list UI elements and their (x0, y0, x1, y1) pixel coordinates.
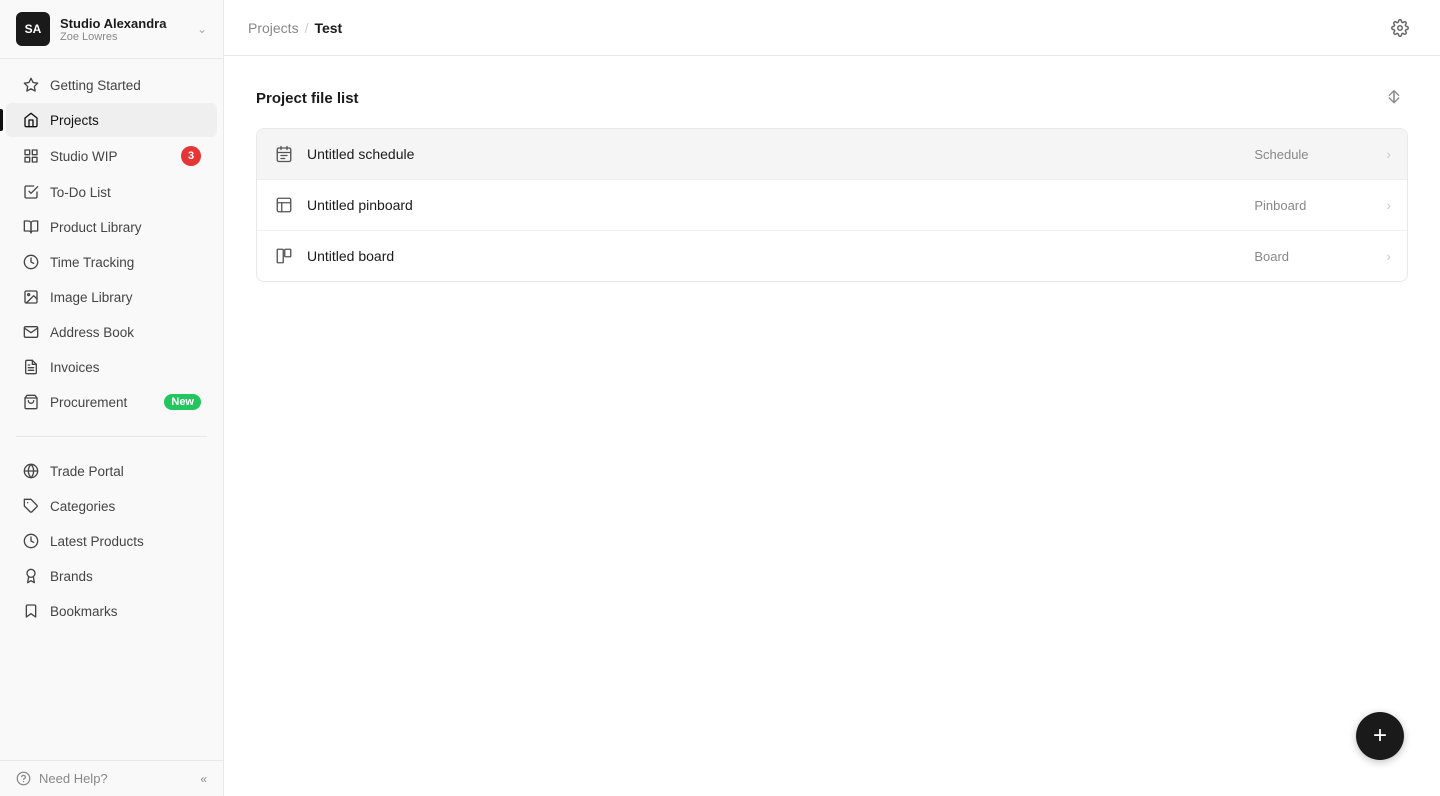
file-type: Board (1254, 249, 1374, 264)
file-type: Schedule (1254, 147, 1374, 162)
sidebar-item-brands[interactable]: Brands (6, 559, 217, 593)
chevron-right-icon: › (1386, 146, 1391, 162)
sidebar-item-categories[interactable]: Categories (6, 489, 217, 523)
main-content: Projects / Test Project file list (224, 0, 1440, 796)
sidebar-item-todo[interactable]: To-Do List (6, 175, 217, 209)
chevron-right-icon: › (1386, 248, 1391, 264)
file-row[interactable]: Untitled schedule Schedule › (257, 129, 1407, 180)
file-list: Untitled schedule Schedule › Untitled pi… (256, 128, 1408, 282)
file-name: Untitled board (307, 248, 1242, 264)
sidebar-item-image-library-label: Image Library (50, 290, 201, 305)
file-name: Untitled pinboard (307, 197, 1242, 213)
user-name: Studio Alexandra (60, 16, 187, 31)
sidebar-item-image-library[interactable]: Image Library (6, 280, 217, 314)
schedule-icon (273, 143, 295, 165)
file-row[interactable]: Untitled pinboard Pinboard › (257, 180, 1407, 231)
sidebar-item-product-library-label: Product Library (50, 220, 201, 235)
help-icon (16, 771, 31, 786)
file-type: Pinboard (1254, 198, 1374, 213)
company-logo: SA (16, 12, 50, 46)
sidebar-item-latest-products-label: Latest Products (50, 534, 201, 549)
sidebar-header[interactable]: SA Studio Alexandra Zoe Lowres ⌄ (0, 0, 223, 59)
topbar-actions (1384, 12, 1416, 44)
star-icon (22, 76, 40, 94)
sidebar-item-studio-wip-label: Studio WIP (50, 149, 171, 164)
file-name: Untitled schedule (307, 146, 1242, 162)
sidebar-divider (16, 436, 207, 437)
check-square-icon (22, 183, 40, 201)
breadcrumb-current: Test (314, 20, 342, 36)
help-label: Need Help? (39, 771, 108, 786)
sort-button[interactable] (1380, 84, 1408, 112)
sidebar-item-getting-started[interactable]: Getting Started (6, 68, 217, 102)
sidebar-item-todo-label: To-Do List (50, 185, 201, 200)
sidebar-item-projects-label: Projects (50, 113, 201, 128)
sidebar-item-address-book-label: Address Book (50, 325, 201, 340)
clock2-icon (22, 532, 40, 550)
sidebar-item-trade-portal[interactable]: Trade Portal (6, 454, 217, 488)
sidebar-item-invoices[interactable]: Invoices (6, 350, 217, 384)
bookmark-icon (22, 602, 40, 620)
chevron-down-icon: ⌄ (197, 22, 207, 36)
sidebar-item-product-library[interactable]: Product Library (6, 210, 217, 244)
sidebar-item-trade-portal-label: Trade Portal (50, 464, 201, 479)
sidebar-item-latest-products[interactable]: Latest Products (6, 524, 217, 558)
sidebar-item-projects[interactable]: Projects (6, 103, 217, 137)
project-file-list-title: Project file list (256, 90, 359, 107)
grid-icon (22, 147, 40, 165)
section-title: Project file list (256, 84, 1408, 112)
sidebar-item-time-tracking-label: Time Tracking (50, 255, 201, 270)
user-subtitle: Zoe Lowres (60, 31, 187, 43)
board-icon (273, 245, 295, 267)
award-icon (22, 567, 40, 585)
sidebar-item-invoices-label: Invoices (50, 360, 201, 375)
file-text-icon (22, 358, 40, 376)
sidebar-item-getting-started-label: Getting Started (50, 78, 201, 93)
breadcrumb-parent[interactable]: Projects (248, 20, 299, 36)
sidebar-nav-top: Getting Started Projects Studio WIP 3 (0, 59, 223, 428)
sidebar: SA Studio Alexandra Zoe Lowres ⌄ Getting… (0, 0, 224, 796)
fab-button[interactable]: + (1356, 712, 1404, 760)
studio-wip-badge: 3 (181, 146, 201, 166)
image-icon (22, 288, 40, 306)
procurement-badge: New (164, 394, 201, 410)
pinboard-icon (273, 194, 295, 216)
sidebar-item-brands-label: Brands (50, 569, 201, 584)
collapse-icon: « (200, 772, 207, 786)
user-info: Studio Alexandra Zoe Lowres (60, 16, 187, 43)
chevron-right-icon: › (1386, 197, 1391, 213)
sidebar-item-address-book[interactable]: Address Book (6, 315, 217, 349)
shopping-bag-icon (22, 393, 40, 411)
sidebar-item-time-tracking[interactable]: Time Tracking (6, 245, 217, 279)
sidebar-item-categories-label: Categories (50, 499, 201, 514)
breadcrumb-separator: / (305, 20, 309, 36)
sidebar-nav-bottom: Trade Portal Categories Latest Products (0, 445, 223, 637)
settings-button[interactable] (1384, 12, 1416, 44)
clock-icon (22, 253, 40, 271)
tag-icon (22, 497, 40, 515)
sidebar-item-procurement[interactable]: Procurement New (6, 385, 217, 419)
globe-icon (22, 462, 40, 480)
sidebar-item-procurement-label: Procurement (50, 395, 154, 410)
sidebar-item-bookmarks[interactable]: Bookmarks (6, 594, 217, 628)
home-icon (22, 111, 40, 129)
sidebar-item-bookmarks-label: Bookmarks (50, 604, 201, 619)
sidebar-footer[interactable]: Need Help? « (0, 760, 223, 796)
content-area: Project file list Untitled schedule (224, 56, 1440, 796)
contact-icon (22, 323, 40, 341)
sidebar-item-studio-wip[interactable]: Studio WIP 3 (6, 138, 217, 174)
breadcrumb: Projects / Test (248, 20, 342, 36)
file-row[interactable]: Untitled board Board › (257, 231, 1407, 281)
book-open-icon (22, 218, 40, 236)
topbar: Projects / Test (224, 0, 1440, 56)
